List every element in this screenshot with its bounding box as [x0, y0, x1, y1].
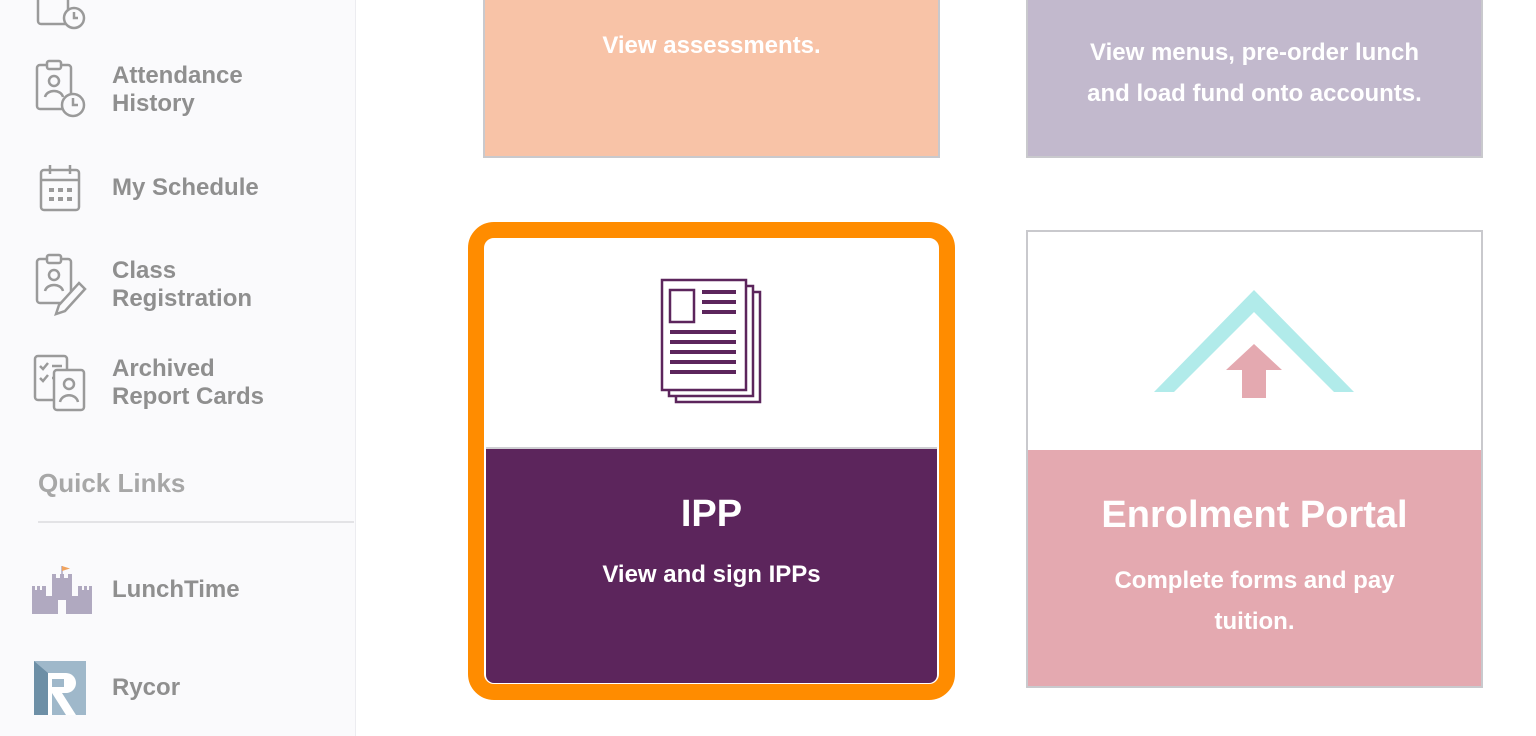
- sidebar-item-class-registration[interactable]: Class Registration: [32, 253, 332, 316]
- assessments-card-description: View assessments.: [602, 32, 821, 59]
- ipp-card-footer: IPP View and sign IPPs: [486, 449, 937, 683]
- documents-icon: [658, 278, 766, 411]
- dashboard-page: Attendance History My Schedule Class Reg…: [0, 0, 1536, 736]
- enrolment-card-title: Enrolment Portal: [1101, 494, 1408, 536]
- quick-link-rycor[interactable]: Rycor: [32, 658, 332, 718]
- lunchtime-castle-icon: [30, 560, 94, 620]
- sidebar-item-label: Archived Report Cards: [112, 355, 265, 410]
- enrolment-card-footer: Enrolment Portal Complete forms and pay …: [1028, 450, 1481, 686]
- sidebar-item-my-schedule[interactable]: My Schedule: [32, 158, 332, 218]
- rycor-logo-icon: [32, 658, 88, 718]
- ipp-card-title: IPP: [680, 493, 743, 535]
- lunch-card[interactable]: View menus, pre-order lunch and load fun…: [1026, 0, 1483, 158]
- quick-links-divider: [38, 521, 354, 523]
- enrolment-card-image-area: [1028, 232, 1481, 450]
- quick-links-heading: Quick Links: [38, 468, 186, 498]
- sidebar: Attendance History My Schedule Class Reg…: [0, 0, 356, 736]
- ipp-card-image-area: [486, 240, 937, 449]
- ipp-card-description: View and sign IPPs: [602, 561, 821, 588]
- enrolment-portal-card[interactable]: Enrolment Portal Complete forms and pay …: [1026, 230, 1483, 688]
- sidebar-item-label: LunchTime: [112, 576, 240, 603]
- calendar-icon: [32, 158, 88, 218]
- sidebar-item-attendance-history[interactable]: Attendance History: [32, 59, 332, 120]
- sidebar-item-label: Attendance History: [112, 62, 243, 117]
- sidebar-item-label: Rycor: [112, 674, 181, 701]
- report-cards-icon: [32, 353, 88, 413]
- quick-link-lunchtime[interactable]: LunchTime: [30, 560, 330, 620]
- sidebar-item-partial[interactable]: [32, 0, 332, 38]
- sidebar-item-label: Class Registration: [112, 257, 253, 312]
- attendance-history-icon: [32, 59, 88, 120]
- attendance-icon-partial: [32, 0, 88, 38]
- class-registration-icon: [32, 253, 88, 316]
- lunch-card-description: View menus, pre-order lunch and load fun…: [1087, 39, 1422, 107]
- sidebar-item-archived-report-cards[interactable]: Archived Report Cards: [32, 353, 332, 413]
- enrolment-card-description: Complete forms and pay tuition.: [1114, 567, 1395, 635]
- ipp-card[interactable]: IPP View and sign IPPs: [486, 240, 937, 683]
- house-arrow-icon: [1154, 288, 1354, 403]
- sidebar-item-label: My Schedule: [112, 174, 259, 201]
- assessments-card[interactable]: View assessments.: [483, 0, 940, 158]
